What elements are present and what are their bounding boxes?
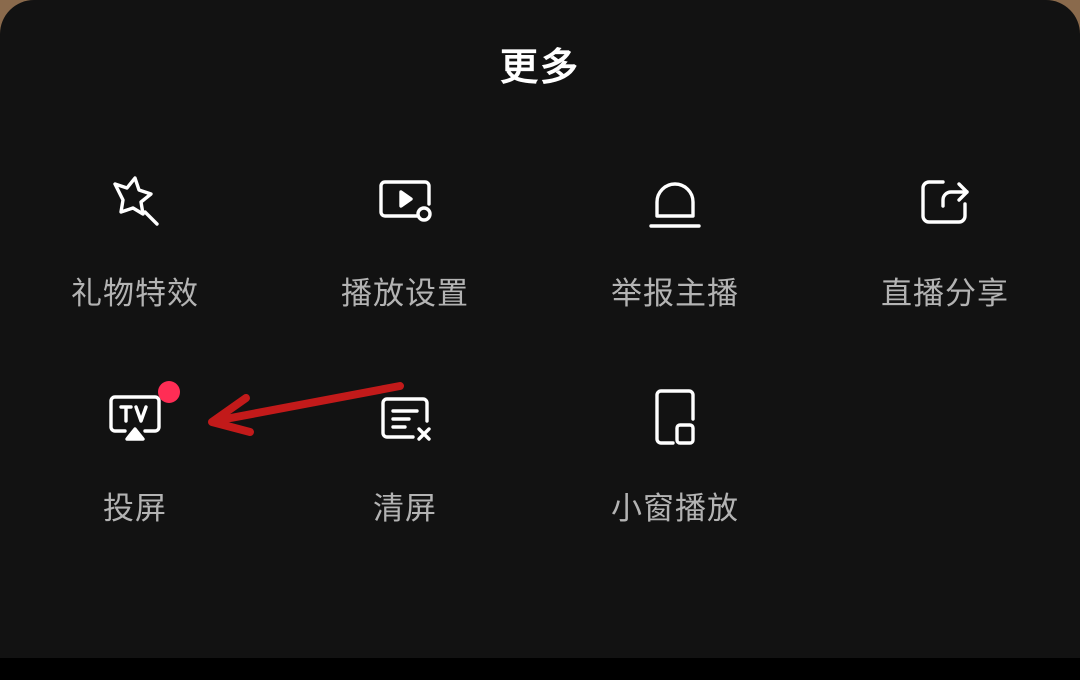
bottom-bar [0,658,1080,680]
gift-effect-icon [103,170,167,234]
option-share-live[interactable]: 直播分享 [810,160,1080,340]
option-gift-effects[interactable]: 礼物特效 [0,160,270,340]
mini-window-icon [643,385,707,449]
share-icon [913,170,977,234]
option-label: 礼物特效 [71,276,199,312]
option-label: 播放设置 [341,276,469,312]
sheet-title: 更多 [499,45,580,89]
option-label: 举报主播 [611,276,739,312]
option-label: 直播分享 [881,276,1009,312]
option-mini-window[interactable]: 小窗播放 [540,375,810,555]
option-label: 投屏 [103,491,167,527]
option-label: 清屏 [373,491,437,527]
annotation-arrow-icon [208,382,404,436]
play-settings-icon [373,170,437,234]
new-badge [158,381,180,403]
more-options-sheet: 更多 礼物特效 播放设置 举报主播 直播分享 投屏 清屏 小窗播放 [0,0,1080,658]
option-play-settings[interactable]: 播放设置 [270,160,540,340]
report-siren-icon [643,170,707,234]
option-report-host[interactable]: 举报主播 [540,160,810,340]
option-label: 小窗播放 [611,491,739,527]
